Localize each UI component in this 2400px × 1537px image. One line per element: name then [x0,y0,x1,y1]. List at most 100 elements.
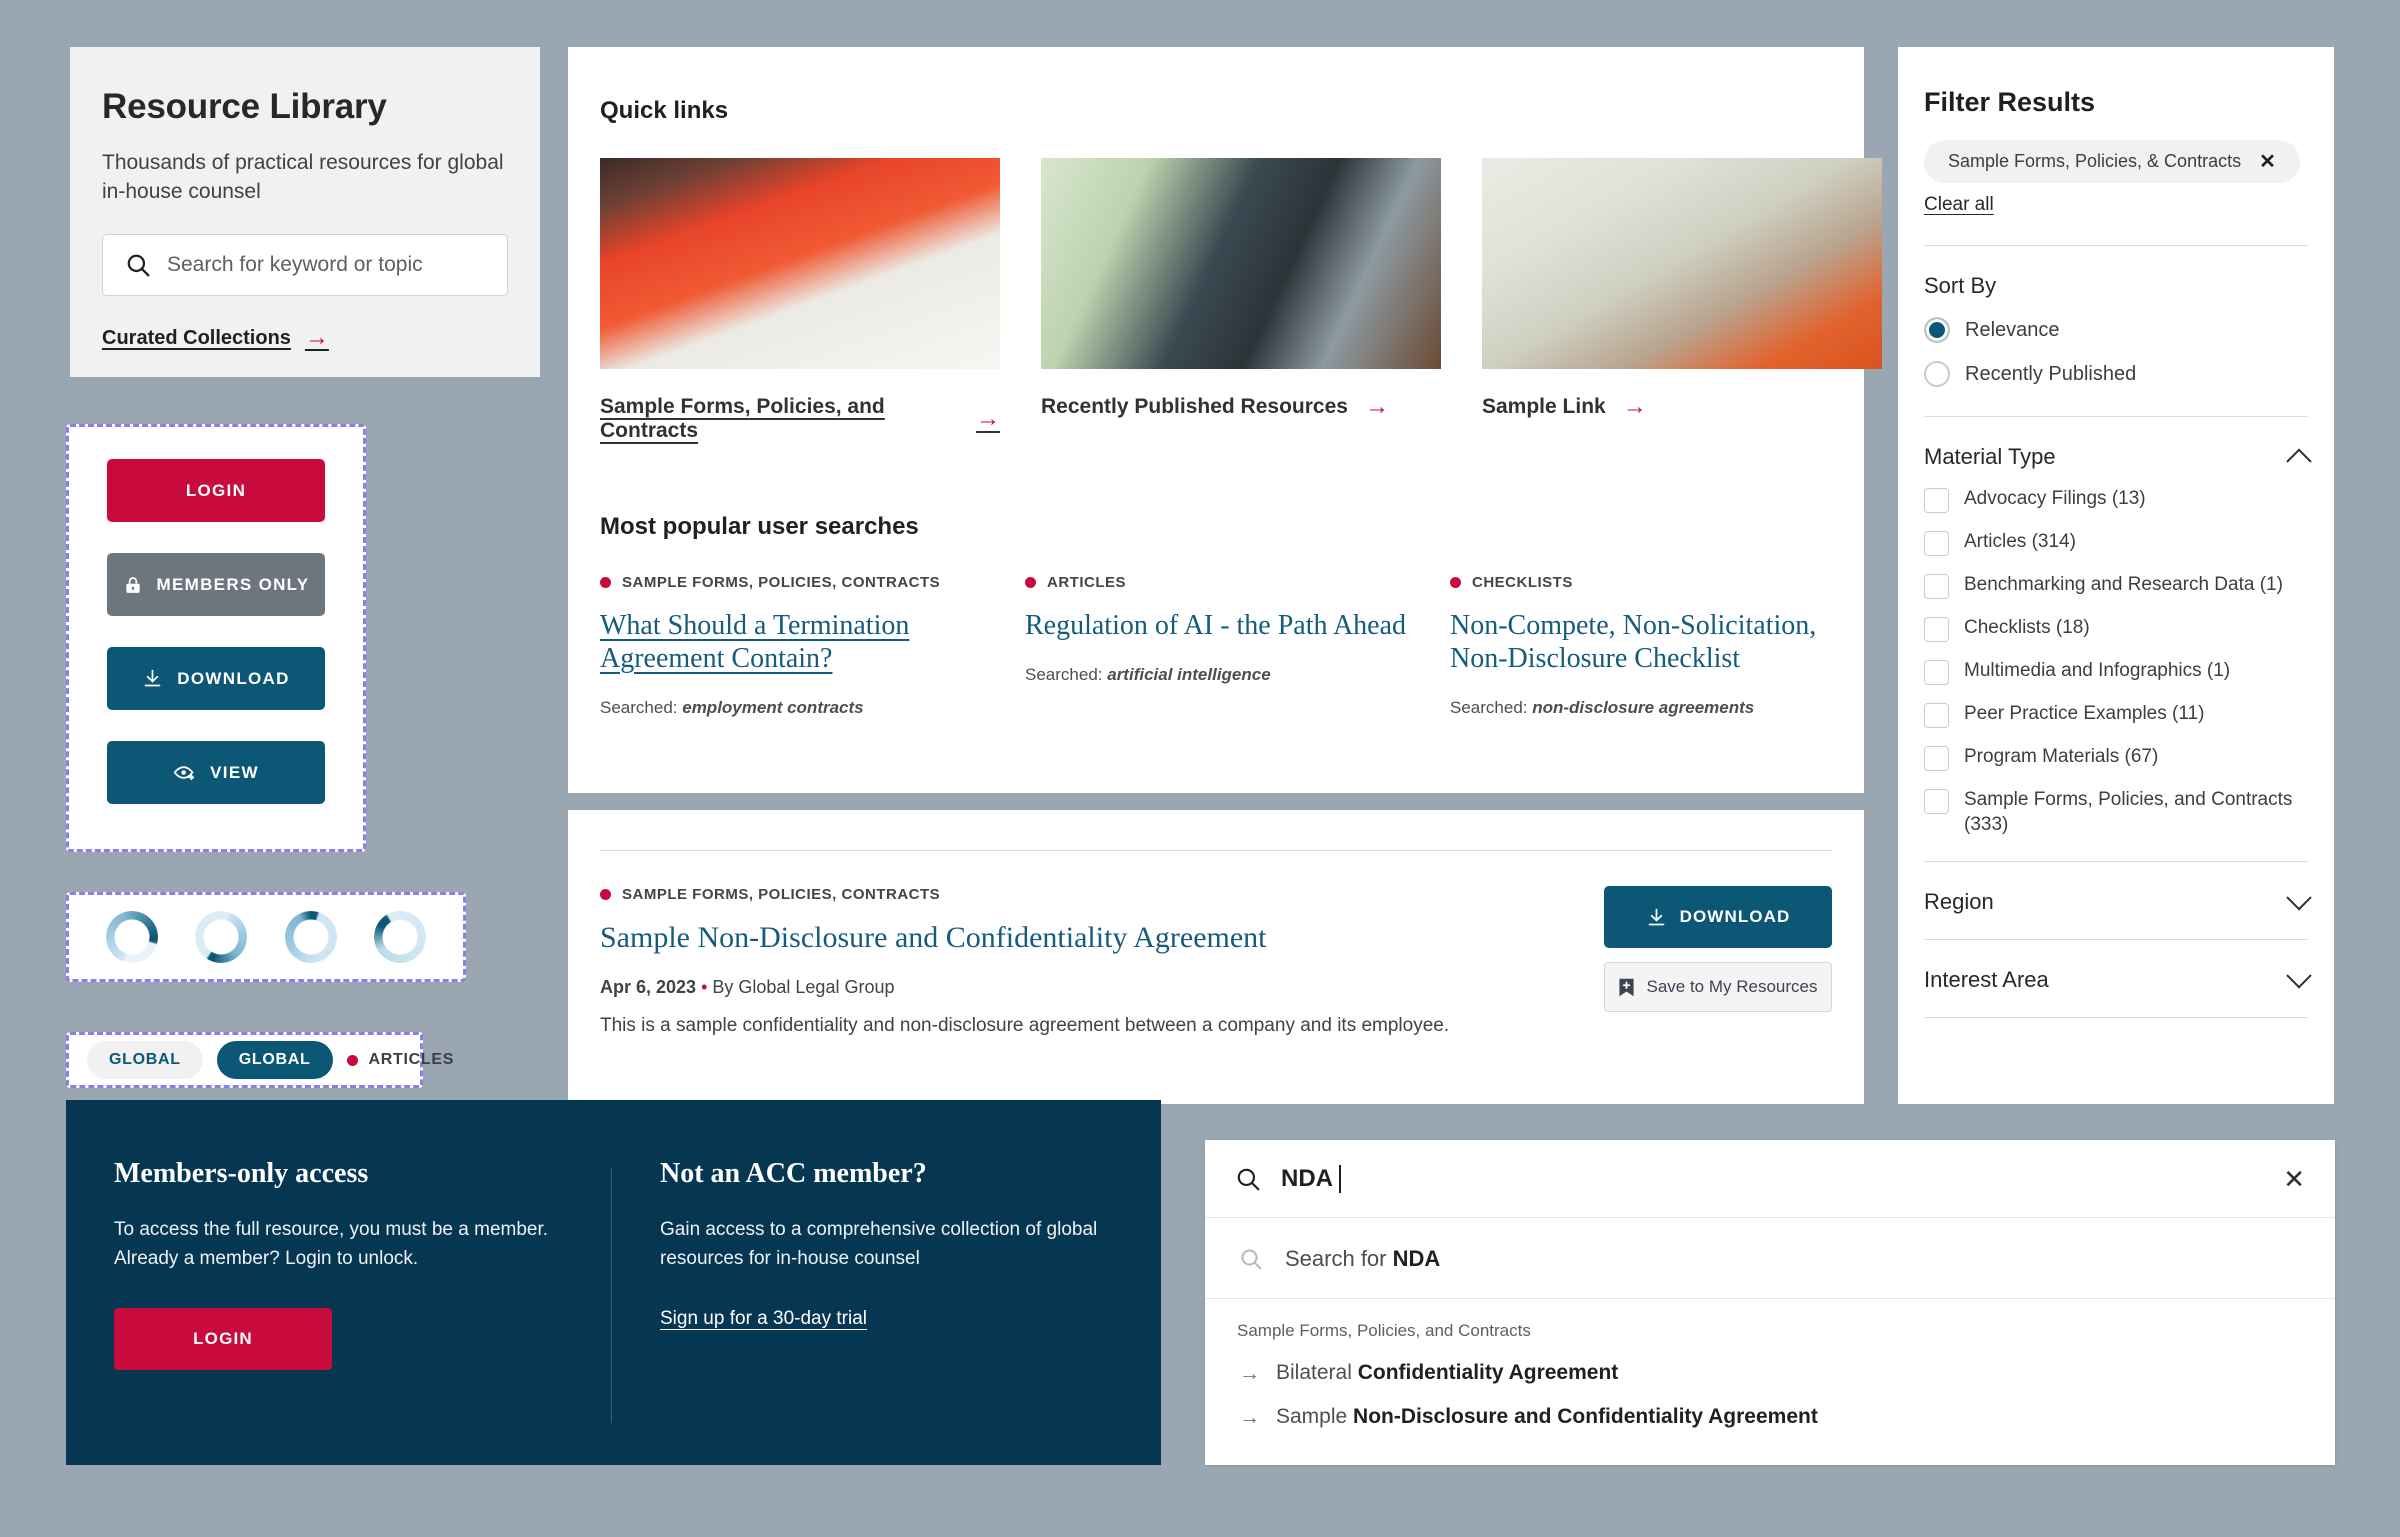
filter-checkbox-row[interactable]: Advocacy Filings (13) [1924,486,2308,513]
suggestion-bold: Confidentiality Agreement [1357,1361,1619,1384]
loading-spinner-icon [195,911,248,963]
close-icon[interactable]: ✕ [2283,1166,2305,1192]
members-only-title: Members-only access [114,1158,369,1189]
category-dot-icon [346,1054,358,1066]
active-filter-chip[interactable]: Sample Forms, Policies, & Contracts ✕ [1924,140,2300,183]
suggestion-prefix: Sample [1276,1405,1354,1428]
checkbox-icon[interactable] [1924,789,1949,814]
quick-link-thumbnail [1041,158,1441,369]
quick-link-label-wrap[interactable]: Sample Link → [1482,395,1647,419]
popular-search-title[interactable]: Non-Compete, Non-Solicitation, Non-Discl… [1450,610,1834,676]
login-button[interactable]: LOGIN [107,459,325,522]
filter-checkbox-row[interactable]: Peer Practice Examples (11) [1924,701,2308,728]
interest-area-accordion-header[interactable]: Interest Area [1924,940,2312,993]
members-only-right: Not an ACC member? Gain access to a comp… [612,1158,1161,1465]
arrow-right-icon: → [1364,393,1389,420]
tag-pill-light[interactable]: GLOBAL [87,1041,203,1079]
save-button-label: Save to My Resources [1646,977,1818,996]
popular-search-item: SAMPLE FORMS, POLICIES, CONTRACTS What S… [600,574,984,718]
filter-checkbox-label: Multimedia and Infographics (1) [1964,660,2231,681]
popular-search-category: ARTICLES [1025,574,1126,591]
page-root: Resource Library Thousands of practical … [0,0,2400,1537]
filter-checkbox-row[interactable]: Checklists (18) [1924,615,2308,642]
region-accordion-header[interactable]: Region [1924,862,2312,915]
filter-checkbox-row[interactable]: Multimedia and Infographics (1) [1924,658,2308,685]
curated-collections-label: Curated Collections [102,326,291,349]
save-to-my-resources-button[interactable]: Save to My Resources [1604,962,1832,1012]
login-button-large[interactable]: LOGIN [114,1307,332,1370]
quick-link-item[interactable]: Recently Published Resources → [1041,158,1441,443]
search-for-term: NDA [1392,1246,1441,1271]
radio-icon [1924,361,1950,387]
result-category: SAMPLE FORMS, POLICIES, CONTRACTS [600,886,940,903]
result-category-label: SAMPLE FORMS, POLICIES, CONTRACTS [622,886,941,903]
search-typeahead-panel: NDA ✕ Search for NDA Sample Forms, Polic… [1205,1140,2335,1465]
clear-all-link[interactable]: Clear all [1924,194,2308,216]
typeahead-query-value: NDA [1281,1164,1333,1192]
search-input[interactable]: Search for keyword or topic [102,234,508,297]
popular-search-title[interactable]: Regulation of AI - the Path Ahead [1025,610,1409,643]
quick-link-item[interactable]: Sample Forms, Policies, and Contracts → [600,158,1000,443]
tag-swatch-panel: GLOBAL GLOBAL ARTICLES [66,1032,453,1088]
quick-link-item[interactable]: Sample Link → [1482,158,1882,443]
typeahead-group-label: Sample Forms, Policies, and Contracts [1237,1321,1531,1340]
page-title: Resource Library [102,87,387,126]
checkbox-icon[interactable] [1924,746,1949,771]
arrow-right-icon: → [304,324,329,352]
sort-option-relevance[interactable]: Relevance [1924,317,2308,343]
members-only-button[interactable]: MEMBERS ONLY [107,553,325,616]
typeahead-search-for-row[interactable]: Search for NDA [1205,1218,2335,1299]
checkbox-icon[interactable] [1924,703,1949,728]
result-title[interactable]: Sample Non-Disclosure and Confidentialit… [600,921,1460,955]
popular-search-title[interactable]: What Should a Termination Agreement Cont… [600,610,984,676]
search-icon [125,252,151,278]
active-filter-chip-label: Sample Forms, Policies, & Contracts [1948,151,2242,171]
download-button[interactable]: DOWNLOAD [1604,886,1832,948]
checkbox-icon[interactable] [1924,531,1949,556]
material-type-accordion-header[interactable]: Material Type [1924,417,2312,474]
curated-collections-link[interactable]: Curated Collections → [102,326,329,350]
popular-search-category-label: CHECKLISTS [1472,574,1573,591]
filter-checkbox-row[interactable]: Articles (314) [1924,529,2308,556]
filter-checkbox-row[interactable]: Program Materials (67) [1924,744,2308,771]
close-icon[interactable]: ✕ [2259,152,2276,172]
result-card-actions: DOWNLOAD Save to My Resources [1604,886,1832,1012]
filter-checkbox-row[interactable]: Benchmarking and Research Data (1) [1924,572,2308,599]
typeahead-search-input[interactable]: NDA ✕ [1205,1140,2335,1218]
typeahead-suggestion-item[interactable]: → Bilateral Confidentiality Agreement [1205,1341,2335,1385]
filter-checkbox-label: Checklists (18) [1964,617,2090,638]
arrow-right-icon: → [1239,1361,1260,1385]
searched-term: non-disclosure agreements [1532,697,1755,717]
checkbox-icon[interactable] [1924,617,1949,642]
searched-label: Searched: [1450,697,1528,717]
chevron-up-icon [2286,448,2312,474]
material-type-options: Advocacy Filings (13) Articles (314) Ben… [1924,486,2308,837]
filter-checkbox-row[interactable]: Sample Forms, Policies, and Contracts (3… [1924,787,2308,837]
checkbox-icon[interactable] [1924,574,1949,599]
filter-checkbox-label: Articles (314) [1964,531,2076,552]
popular-search-term: Searched: employment contracts [600,698,984,718]
material-type-heading: Material Type [1924,444,2056,469]
sort-option-recently-published[interactable]: Recently Published [1924,361,2308,387]
lock-icon [123,575,143,595]
signup-trial-link[interactable]: Sign up for a 30-day trial [660,1308,867,1330]
typeahead-suggestion-item[interactable]: → Sample Non-Disclosure and Confidential… [1205,1385,2335,1429]
button-swatch-panel: LOGIN MEMBERS ONLY DOWNLOAD VIEW [66,424,366,852]
searched-label: Searched: [600,697,678,717]
members-only-button-label: MEMBERS ONLY [156,574,310,594]
quick-links-card: Quick links Sample Forms, Policies, and … [568,47,1882,793]
quick-link-label-wrap[interactable]: Sample Forms, Policies, and Contracts → [600,395,1000,443]
interest-area-heading: Interest Area [1924,967,2049,993]
category-dot-icon [600,889,611,900]
checkbox-icon[interactable] [1924,488,1949,513]
checkbox-icon[interactable] [1924,660,1949,685]
not-a-member-body: Gain access to a comprehensive collectio… [660,1219,1098,1269]
download-button-swatch[interactable]: DOWNLOAD [107,647,325,710]
view-button[interactable]: VIEW [107,741,325,804]
tag-pill-teal[interactable]: GLOBAL [216,1041,333,1079]
filter-checkbox-label: Program Materials (67) [1964,746,2159,767]
region-heading: Region [1924,889,1994,915]
category-dot-icon [1025,577,1036,588]
download-button-swatch-label: DOWNLOAD [177,668,290,688]
quick-link-label-wrap[interactable]: Recently Published Resources → [1041,395,1389,419]
